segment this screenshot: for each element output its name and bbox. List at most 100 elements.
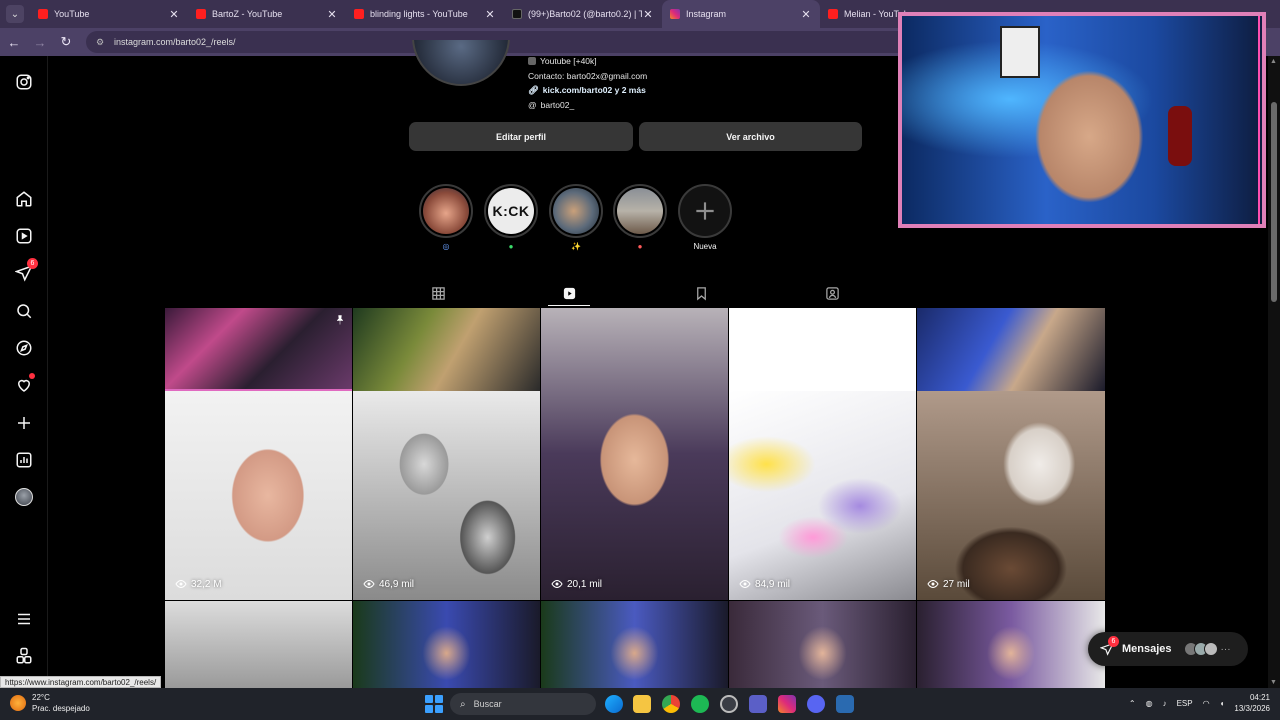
more-menu-icon[interactable] [14, 609, 34, 629]
forward-icon[interactable]: → [28, 30, 52, 54]
reels-tab-icon [563, 287, 575, 299]
reel-thumbnail[interactable] [729, 601, 916, 688]
browser-tab-active[interactable]: Instagram ✕ [662, 0, 820, 28]
tab-reels[interactable] [561, 285, 577, 301]
home-icon[interactable] [14, 189, 34, 209]
close-tab-icon[interactable]: ✕ [800, 8, 812, 21]
view-archive-button[interactable]: Ver archivo [639, 122, 862, 151]
bio-text: Youtube [+40k] [540, 56, 597, 66]
reel-thumbnail[interactable] [165, 601, 352, 688]
browser-tab[interactable]: BartoZ - YouTube ✕ [188, 0, 346, 28]
taskbar-search[interactable]: ⌕ Buscar [450, 693, 596, 715]
steam-icon[interactable] [720, 695, 738, 713]
also-from-meta-icon[interactable] [14, 646, 34, 666]
reel-thumbnail[interactable] [541, 601, 728, 688]
profile-picture-image [412, 40, 510, 86]
reel-thumbnail[interactable] [917, 308, 1105, 391]
browser-tab[interactable]: (99+)Barto02 (@barto0.2) | TikT ✕ [504, 0, 662, 28]
new-highlight-button[interactable]: Nueva [677, 184, 733, 252]
site-info-icon[interactable]: ⚙ [96, 37, 106, 47]
eye-icon [363, 579, 375, 589]
close-tab-icon[interactable]: ✕ [484, 8, 496, 21]
teams-icon[interactable] [749, 695, 767, 713]
highlight-cover [549, 184, 603, 238]
address-bar[interactable]: ⚙ instagram.com/barto02_/reels/ [86, 31, 946, 53]
microphone-icon[interactable]: ♪ [1163, 699, 1167, 708]
eye-icon [175, 579, 187, 589]
create-icon[interactable] [14, 413, 34, 433]
scrollbar-thumb[interactable] [1271, 102, 1277, 302]
instagram-app-icon[interactable] [778, 695, 796, 713]
tab-title: Instagram [686, 9, 727, 19]
view-count-text: 20,1 mil [567, 578, 603, 590]
reel-thumbnail[interactable]: 20,1 mil [541, 308, 728, 600]
close-tab-icon[interactable]: ✕ [642, 8, 654, 21]
tab-posts[interactable] [430, 285, 446, 301]
reel-view-count: 20,1 mil [551, 578, 602, 590]
profile-avatar[interactable] [14, 487, 34, 507]
reel-thumbnail[interactable] [353, 308, 540, 391]
discord-icon[interactable] [807, 695, 825, 713]
file-explorer-icon[interactable] [633, 695, 651, 713]
search-icon[interactable] [14, 301, 34, 321]
reel-thumbnail[interactable]: 46,9 mil [353, 391, 540, 600]
reels-icon[interactable] [14, 226, 34, 246]
grid-icon [431, 286, 445, 300]
messages-button[interactable]: 6 Mensajes ··· [1088, 632, 1248, 666]
reel-thumbnail[interactable] [353, 601, 540, 688]
app-shield-icon[interactable] [836, 695, 854, 713]
explore-icon[interactable] [14, 338, 34, 358]
tab-search-menu-button[interactable]: ⌄ [6, 5, 24, 23]
message-avatars [1183, 642, 1218, 656]
tab-title: (99+)Barto02 (@barto0.2) | TikT [528, 9, 642, 19]
reload-icon[interactable]: ↻ [54, 30, 78, 54]
threads-link[interactable]: @ barto02_ [528, 98, 647, 113]
language-indicator[interactable]: ESP [1177, 699, 1193, 708]
highlight-label: Nueva [693, 242, 717, 251]
windows-taskbar: 22°C Prac. despejado ⌕ Buscar ⌃ ◍ ♪ ESP … [0, 688, 1280, 720]
reel-thumbnail[interactable] [165, 308, 352, 391]
reel-thumbnail[interactable] [729, 308, 916, 391]
reel-thumbnail[interactable]: 27 mil [917, 391, 1105, 600]
story-highlight[interactable]: ◎ [418, 184, 474, 252]
highlight-label: ✨ [571, 242, 581, 251]
show-hidden-icons-icon[interactable]: ⌃ [1129, 699, 1136, 708]
close-tab-icon[interactable]: ✕ [326, 8, 338, 21]
direct-messages-icon[interactable]: 6 [14, 258, 38, 283]
highlight-label: ● [508, 242, 514, 251]
reel-thumbnail[interactable]: 32,2 M [165, 391, 352, 600]
story-highlight[interactable]: K:CK ● [483, 184, 539, 252]
back-icon[interactable]: ← [2, 30, 26, 54]
reel-thumbnail[interactable]: 84,9 mil [729, 391, 916, 600]
reel-thumbnail[interactable] [917, 601, 1105, 688]
bio-line: Youtube [+40k] [528, 54, 647, 69]
youtube-favicon-icon [828, 9, 838, 19]
edge-icon[interactable] [605, 695, 623, 713]
profile-picture[interactable] [408, 40, 512, 90]
notifications-heart-icon[interactable] [14, 373, 35, 395]
dashboard-icon[interactable] [14, 450, 34, 470]
scroll-down-icon[interactable]: ▼ [1270, 679, 1277, 686]
wifi-icon[interactable]: ◠ [1203, 699, 1210, 708]
close-tab-icon[interactable]: ✕ [168, 8, 180, 21]
story-highlight[interactable]: ● [612, 184, 668, 252]
scroll-up-icon[interactable]: ▲ [1270, 58, 1277, 65]
clock[interactable]: 04:21 13/3/2026 [1234, 692, 1270, 714]
story-highlight[interactable]: ✨ [548, 184, 604, 252]
edit-profile-button[interactable]: Editar perfil [409, 122, 633, 151]
windows-start-icon[interactable] [425, 695, 443, 713]
tab-tagged[interactable] [824, 285, 840, 301]
weather-widget[interactable]: 22°C Prac. despejado [10, 692, 90, 714]
instagram-logo-icon[interactable] [14, 72, 34, 92]
system-tray: ⌃ ◍ ♪ ESP ◠ ◖ 04:21 13/3/2026 [1129, 692, 1270, 714]
network-icon[interactable]: ◍ [1146, 699, 1153, 708]
page-scrollbar[interactable]: ▲ ▼ [1268, 56, 1280, 688]
spotify-icon[interactable] [691, 695, 709, 713]
more-icon: ··· [1220, 643, 1231, 655]
browser-tab[interactable]: blinding lights - YouTube ✕ [346, 0, 504, 28]
tab-saved[interactable] [693, 285, 709, 301]
volume-icon[interactable]: ◖ [1220, 699, 1225, 708]
chrome-icon[interactable] [662, 695, 680, 713]
bio-external-link[interactable]: 🔗︎ kick.com/barto02 y 2 más [528, 83, 647, 98]
browser-tab[interactable]: YouTube ✕ [30, 0, 188, 28]
